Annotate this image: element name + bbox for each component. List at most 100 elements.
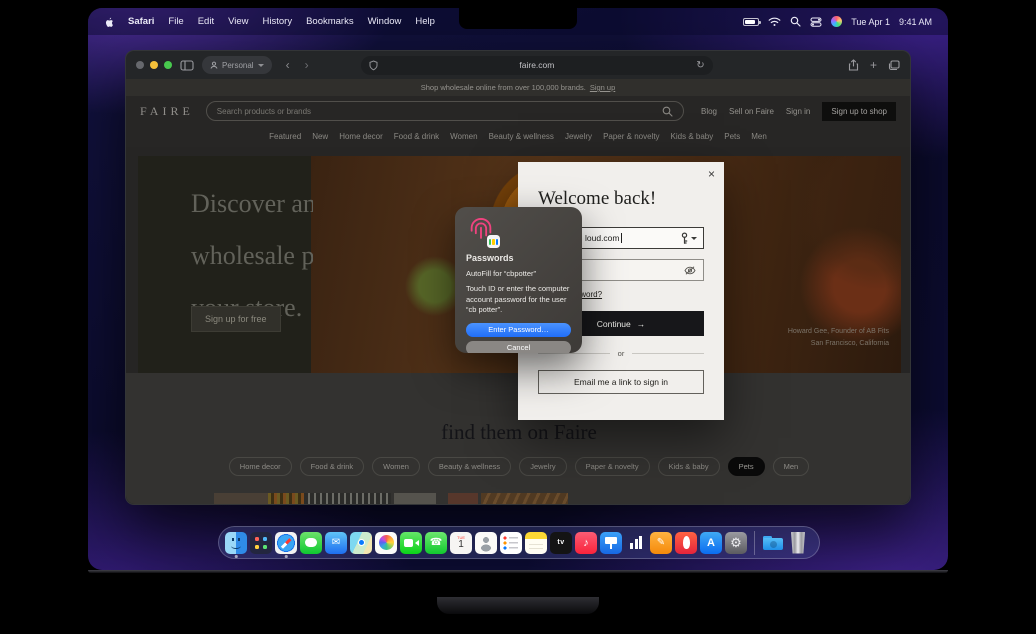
dock-numbers-icon[interactable] [625,532,647,554]
product-image [481,493,568,504]
menu-item-safari[interactable]: Safari [128,16,154,27]
product-image [304,493,391,504]
laptop-hinge-notch [437,597,599,614]
show-password-eye-icon[interactable] [684,266,696,275]
nav-food-drink[interactable]: Food & drink [394,132,439,141]
apple-menu-icon[interactable] [104,16,114,28]
dock-reminders-icon[interactable] [500,532,522,554]
email-link-button[interactable]: Email me a link to sign in [538,370,704,394]
sign-up-to-shop-button[interactable]: Sign up to shop [822,102,896,121]
nav-beauty-wellness[interactable]: Beauty & wellness [489,132,554,141]
touch-id-autofill-text: AutoFill for “cbpotter” [466,269,571,278]
dock-safari-icon[interactable] [275,532,297,554]
faire-logo[interactable]: FAIRE [140,104,194,119]
nav-women[interactable]: Women [450,132,477,141]
sell-on-faire-link[interactable]: Sell on Faire [729,107,774,116]
promo-banner: Shop wholesale online from over 100,000 … [126,79,910,96]
dock-facetime-icon[interactable] [400,532,422,554]
pill-pets-selected[interactable]: Pets [728,457,765,476]
menu-item-bookmarks[interactable]: Bookmarks [306,16,354,27]
blog-link[interactable]: Blog [701,107,717,116]
chevron-down-icon [258,64,264,67]
menu-item-file[interactable]: File [168,16,183,27]
dock-calendar-icon[interactable]: TUE1 [450,532,472,554]
pill-home-decor[interactable]: Home decor [229,457,292,476]
dock-photos-icon[interactable] [375,532,397,554]
dock-mail-icon[interactable]: ✉ [325,532,347,554]
new-tab-icon[interactable]: + [870,58,877,72]
menubar-date[interactable]: Tue Apr 1 [851,17,890,27]
dock-app-store-icon[interactable]: A [700,532,722,554]
nav-home-decor[interactable]: Home decor [339,132,383,141]
address-bar[interactable]: faire.com ↻ [361,56,713,75]
dock-maps-icon[interactable] [350,532,372,554]
promo-signup-link[interactable]: Sign up [590,83,615,92]
sign-in-link[interactable]: Sign in [786,107,810,116]
pill-paper-novelty[interactable]: Paper & novelty [575,457,650,476]
spotlight-search-icon[interactable] [790,16,801,27]
profile-switcher[interactable]: Personal [202,56,272,74]
enter-password-button[interactable]: Enter Password… [466,323,571,337]
nav-featured[interactable]: Featured [269,132,301,141]
product-image [214,493,268,504]
privacy-shield-icon[interactable] [369,60,378,71]
dock-contacts-icon[interactable] [475,532,497,554]
back-button[interactable]: ‹ [286,59,290,71]
search-icon[interactable] [662,106,673,117]
dock-phone-icon[interactable]: ☎ [425,532,447,554]
pill-jewelry[interactable]: Jewelry [519,457,566,476]
nav-new[interactable]: New [312,132,328,141]
passwords-app-icon [487,235,500,248]
menu-item-history[interactable]: History [263,16,293,27]
battery-icon[interactable] [743,18,759,26]
macbook-frame: Safari File Edit View History Bookmarks … [0,0,1036,634]
pill-men[interactable]: Men [773,457,810,476]
menu-item-help[interactable]: Help [415,16,435,27]
dock-music-icon[interactable]: ♪ [575,532,597,554]
wifi-icon[interactable] [768,16,781,27]
email-value: loud.com [585,233,622,243]
nav-pets[interactable]: Pets [724,132,740,141]
share-icon[interactable] [848,59,859,71]
dock-messages-icon[interactable] [300,532,322,554]
menu-item-window[interactable]: Window [368,16,402,27]
nav-jewelry[interactable]: Jewelry [565,132,592,141]
pill-beauty-wellness[interactable]: Beauty & wellness [428,457,511,476]
minimize-window-button[interactable] [150,61,158,69]
passwords-autofill-key-icon[interactable] [680,232,697,245]
dock-settings-icon[interactable]: ⚙ [725,532,747,554]
pill-kids-baby[interactable]: Kids & baby [658,457,720,476]
menu-item-view[interactable]: View [228,16,248,27]
pill-women[interactable]: Women [372,457,420,476]
cancel-button[interactable]: Cancel [466,341,571,354]
dock-pages-icon[interactable]: ✎ [650,532,672,554]
forward-button[interactable]: › [305,59,309,71]
touch-id-body-text: Touch ID or enter the computer account p… [466,284,571,316]
dock-trash-icon[interactable] [787,532,809,554]
close-icon[interactable]: × [708,168,715,180]
dock-launchpad-icon[interactable] [250,532,272,554]
siri-icon[interactable] [831,16,842,27]
dock-tv-icon[interactable]: tv [550,532,572,554]
reload-icon[interactable]: ↻ [696,60,704,71]
nav-paper-novelty[interactable]: Paper & novelty [603,132,659,141]
hero-caption: Howard Gee, Founder of AB Fits San Franc… [788,326,889,350]
sidebar-icon[interactable] [180,60,194,71]
pill-food-drink[interactable]: Food & drink [300,457,365,476]
control-center-icon[interactable] [810,17,822,27]
search-input[interactable]: Search products or brands [206,101,684,121]
menubar-time[interactable]: 9:41 AM [899,17,932,27]
sign-up-free-button[interactable]: Sign up for free [191,306,281,332]
dock-downloads-folder-icon[interactable] [762,532,784,554]
zoom-window-button[interactable] [164,61,172,69]
nav-men[interactable]: Men [751,132,767,141]
dock-keynote-icon[interactable] [600,532,622,554]
nav-kids-baby[interactable]: Kids & baby [671,132,714,141]
dock-notes-icon[interactable] [525,532,547,554]
dock-finder-icon[interactable] [225,532,247,554]
tab-overview-icon[interactable] [888,60,900,71]
close-window-button[interactable] [136,61,144,69]
menu-item-edit[interactable]: Edit [198,16,214,27]
dock-rocket-icon[interactable] [675,532,697,554]
dock: ✉ ☎ TUE1 tv ♪ ✎ A ⚙ [218,526,820,559]
